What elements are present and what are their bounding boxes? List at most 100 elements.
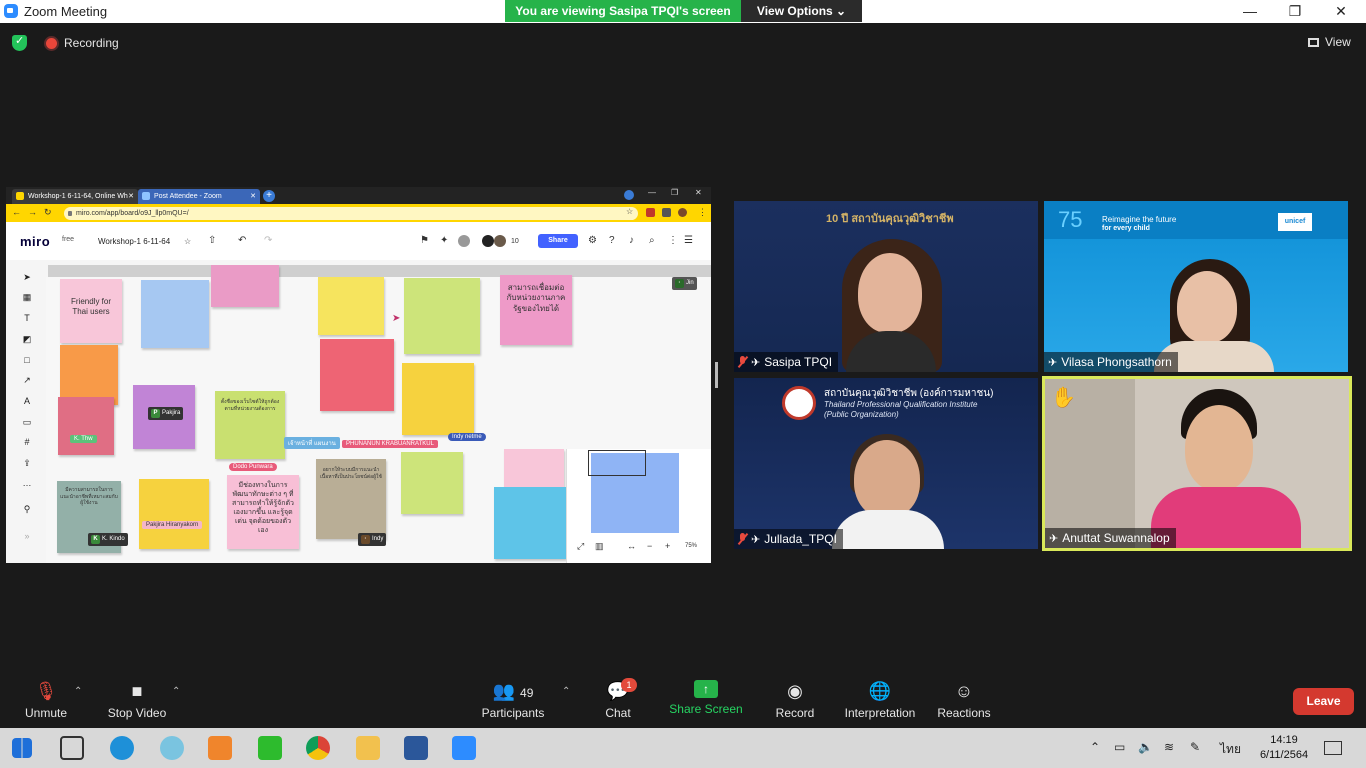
stop-video-button[interactable]: ■ Stop Video [104, 680, 170, 720]
browser-tab-miro[interactable]: Workshop-1 6-11-64, Online Wh ✕ [12, 189, 138, 204]
bookmark-star-icon[interactable]: ☆ [626, 207, 633, 216]
sticky-note[interactable] [494, 487, 566, 559]
security-shield-icon[interactable] [12, 34, 27, 51]
collaborator-avatar[interactable] [458, 235, 470, 247]
puzzle-extensions-icon[interactable] [662, 208, 671, 217]
sticky-note[interactable]: สามารถเชื่อมต่อกับหน่วยงานภาครัฐของไทยได… [500, 275, 572, 345]
search-icon[interactable]: ⌕ [649, 235, 655, 246]
sticky-note[interactable] [401, 452, 463, 514]
collaborator-avatar[interactable] [494, 235, 506, 247]
audio-options-caret-icon[interactable]: ⌃ [74, 686, 82, 697]
comment-tool-icon[interactable]: ▭ [21, 416, 33, 428]
forward-icon[interactable]: → [28, 207, 37, 217]
pen-workspace-icon[interactable]: ✎ [1190, 740, 1200, 754]
back-icon[interactable]: ← [12, 207, 21, 217]
edge-browser-icon[interactable] [110, 736, 134, 760]
address-bar[interactable]: miro.com/app/board/o9J_llp0mQU=/ [64, 207, 638, 220]
video-tile-jullada[interactable]: สถาบันคุณวุฒิวิชาชีพ (องค์การมหาชน) Thai… [734, 378, 1038, 549]
sticky-note-tool-icon[interactable]: ◩ [21, 333, 33, 345]
close-button[interactable]: ✕ [1319, 1, 1363, 22]
browser-menu-icon[interactable]: ⋮ [698, 207, 707, 218]
video-options-caret-icon[interactable]: ⌃ [172, 686, 180, 697]
sticky-note[interactable] [402, 363, 474, 435]
video-tile-vilasa[interactable]: 75 Reimagine the future for every child … [1044, 201, 1348, 372]
map-toggle-icon[interactable]: ▥ [595, 541, 604, 552]
minimap-viewport[interactable] [588, 450, 646, 476]
unmute-button[interactable]: 🎙 Unmute [20, 680, 72, 720]
board-name[interactable]: Workshop-1 6-11-64 [98, 237, 170, 246]
view-options-button[interactable]: View Options ⌄ [741, 0, 862, 22]
select-tool-icon[interactable]: ➤ [21, 271, 33, 283]
system-clock[interactable]: 14:19 6/11/2564 [1252, 733, 1316, 763]
collaborator-avatar[interactable] [482, 235, 494, 247]
browser-close-icon[interactable]: ✕ [695, 188, 702, 197]
new-tab-button[interactable]: + [263, 190, 275, 202]
sticky-note[interactable]: อยากให้ระบบมีการแนะนำเนื้อหาที่เป็นประโย… [316, 459, 386, 539]
browser-minimize-icon[interactable]: — [648, 188, 656, 197]
chrome-browser-icon[interactable] [306, 736, 330, 760]
settings-sliders-icon[interactable]: ⚙ [588, 235, 597, 246]
profile-icon[interactable] [624, 190, 634, 200]
pen-tool-icon[interactable]: A [21, 395, 33, 407]
zoom-out-icon[interactable]: − [647, 541, 652, 551]
word-app-icon[interactable] [404, 736, 428, 760]
sticky-note[interactable]: Friendly for Thai users [60, 279, 122, 343]
miro-share-button[interactable]: Share [538, 234, 578, 248]
zoom-taskbar-icon[interactable] [452, 736, 476, 760]
sticky-note[interactable] [318, 277, 384, 335]
input-language[interactable]: ไทย [1220, 740, 1241, 759]
fullscreen-icon[interactable]: ⤢ [577, 541, 584, 552]
notifications-icon[interactable]: ♪ [629, 235, 634, 246]
windows-start-icon[interactable] [12, 738, 32, 758]
apps-tool-icon[interactable]: ⚲ [21, 503, 33, 515]
extension-icon[interactable] [646, 208, 655, 217]
video-tile-sasipa[interactable]: 10 ปี สถาบันคุณวุฒิวิชาชีพ ✈ Sasipa TPQI [734, 201, 1038, 372]
sticky-note[interactable] [60, 345, 118, 405]
shape-tool-icon[interactable]: □ [21, 354, 33, 366]
browser-tab-zoom[interactable]: Post Attendee - Zoom ✕ [138, 189, 260, 204]
help-icon[interactable]: ? [609, 235, 615, 246]
panel-splitter[interactable] [715, 362, 718, 388]
undo-icon[interactable]: ↶ [238, 235, 246, 246]
notification-center-icon[interactable] [1324, 741, 1342, 755]
fit-to-screen-icon[interactable]: ↔ [627, 541, 636, 551]
upload-tool-icon[interactable]: ⇪ [21, 457, 33, 469]
line-app-icon[interactable] [258, 736, 282, 760]
tab-close-icon[interactable]: ✕ [128, 189, 134, 204]
favorite-star-icon[interactable]: ☆ [184, 237, 191, 246]
more-tools-icon[interactable]: … [21, 477, 33, 489]
file-explorer-icon[interactable] [356, 736, 380, 760]
volume-icon[interactable]: 🔈 [1138, 740, 1153, 754]
reactions-icon[interactable]: ⚑ [420, 235, 429, 246]
frame-tool-icon[interactable]: # [21, 436, 33, 448]
templates-tool-icon[interactable]: ▦ [21, 291, 33, 303]
snipping-tool-icon[interactable] [160, 736, 184, 760]
wifi-icon[interactable]: ≋ [1164, 740, 1174, 754]
sticky-note[interactable]: ตั้งชื่อของเว็บไซต์ให้ถูกต้องตามที่หน่วย… [215, 391, 285, 459]
sticky-note[interactable] [141, 280, 209, 348]
sticky-note[interactable] [58, 397, 114, 455]
export-icon[interactable]: ⇧ [208, 235, 216, 246]
video-tile-anuttat[interactable]: ✋ ✈ Anuttat Suwannalop [1042, 376, 1352, 551]
browser-restore-icon[interactable]: ❐ [671, 188, 678, 197]
zoom-in-icon[interactable]: + [665, 541, 670, 551]
restore-button[interactable]: ❐ [1273, 1, 1317, 22]
text-tool-icon[interactable]: T [21, 312, 33, 324]
reactions-button[interactable]: ☺ Reactions [934, 680, 994, 720]
collapse-toolbar-icon[interactable]: » [21, 530, 33, 542]
sticky-note[interactable]: มีช่องทางในการพัฒนาทักษะต่าง ๆ ที่สามารถ… [227, 475, 299, 549]
shared-screen[interactable]: Workshop-1 6-11-64, Online Wh ✕ Post Att… [6, 187, 711, 563]
celebrate-icon[interactable]: ✦ [440, 235, 448, 246]
board-menu-icon[interactable]: ☰ [684, 235, 693, 246]
connector-tool-icon[interactable]: ↗ [21, 374, 33, 386]
tab-close-icon[interactable]: ✕ [250, 189, 256, 204]
battery-icon[interactable]: ▭ [1114, 740, 1125, 754]
share-screen-button[interactable]: ↑ Share Screen [668, 680, 744, 716]
more-icon[interactable]: ⋮ [668, 235, 678, 246]
sticky-note[interactable] [320, 339, 394, 411]
redo-icon[interactable]: ↷ [264, 235, 272, 246]
reload-icon[interactable]: ↻ [44, 207, 52, 218]
leave-button[interactable]: Leave [1293, 688, 1354, 715]
sticky-note[interactable] [139, 479, 209, 549]
sticky-note[interactable] [211, 265, 279, 307]
